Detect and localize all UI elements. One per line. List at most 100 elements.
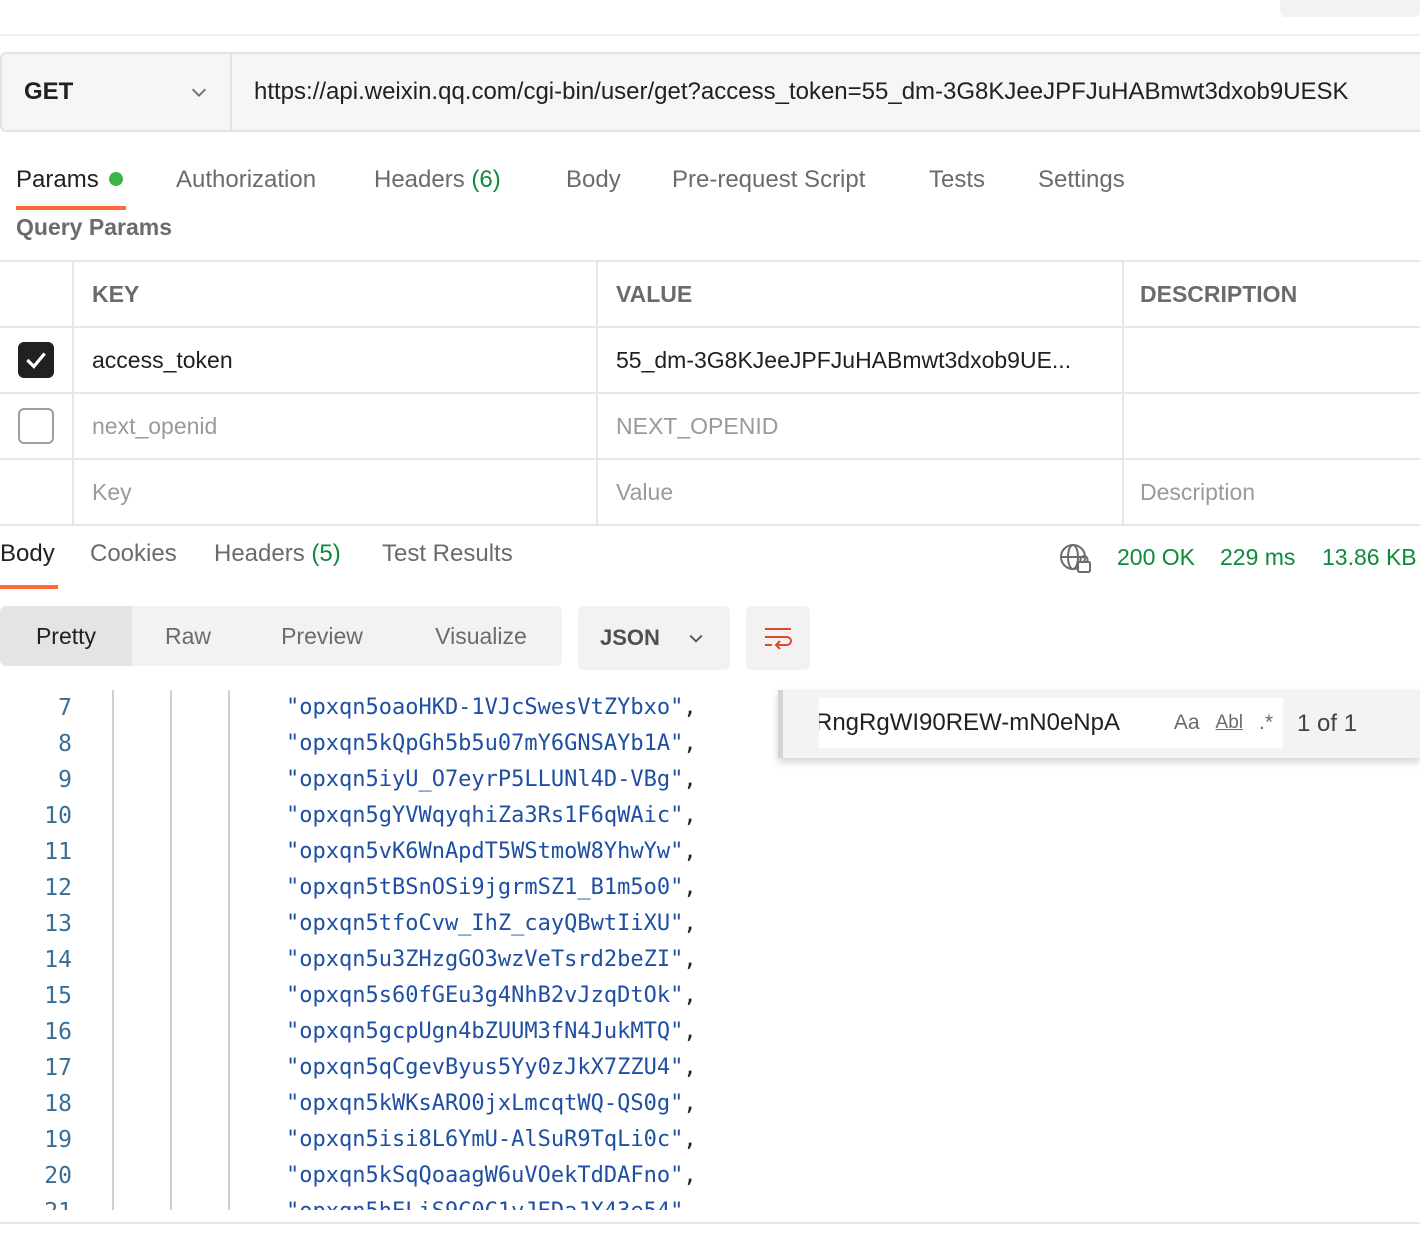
body-tab-indicator bbox=[0, 585, 58, 589]
checkbox-cell bbox=[0, 328, 74, 392]
new-description-input[interactable]: Description bbox=[1124, 460, 1420, 524]
resp-tab-headers[interactable]: Headers (5) bbox=[214, 540, 341, 568]
url-text: https://api.weixin.qq.com/cgi-bin/user/g… bbox=[254, 78, 1349, 105]
new-value-input[interactable]: Value bbox=[598, 460, 1124, 524]
json-string-value: "opxqn5vK6WnApdT5WStmoW8YhwYw", bbox=[286, 834, 697, 870]
tab-headers-count: (6) bbox=[471, 166, 501, 193]
new-key-input[interactable]: Key bbox=[74, 460, 598, 524]
match-case-toggle[interactable]: Aa bbox=[1174, 711, 1200, 735]
tab-body[interactable]: Body bbox=[566, 160, 621, 210]
whole-word-toggle[interactable]: Abl bbox=[1216, 712, 1243, 734]
wrap-lines-button[interactable] bbox=[746, 606, 810, 670]
json-string-value: "opxqn5kSqQoaagW6uVOekTdDAFno", bbox=[286, 1158, 697, 1194]
param-value-input[interactable]: NEXT_OPENID bbox=[598, 394, 1124, 458]
wrap-lines-icon bbox=[765, 628, 792, 650]
tab-tests[interactable]: Tests bbox=[929, 160, 985, 210]
param-description-input[interactable] bbox=[1124, 328, 1420, 392]
tab-pre-request-script[interactable]: Pre-request Script bbox=[672, 160, 865, 210]
tab-authorization[interactable]: Authorization bbox=[176, 160, 316, 210]
string-text: "opxqn5qCgevByus5Yy0zJkX7ZZU4" bbox=[286, 1055, 684, 1080]
code-line: 16 "opxqn5gcpUgn4bZUUM3fN4JukMTQ", bbox=[0, 1014, 800, 1050]
line-number: 7 bbox=[58, 695, 72, 721]
find-query-text: RngRgWI90REW-mN0eNpA bbox=[819, 709, 1120, 736]
resp-tab-test-results[interactable]: Test Results bbox=[382, 540, 513, 568]
format-select[interactable]: JSON bbox=[578, 606, 730, 670]
find-options: Aa Abl .* bbox=[1165, 698, 1273, 748]
code-line: 19 "opxqn5isi8L6YmU-AlSuR9TqLi0c", bbox=[0, 1122, 800, 1158]
param-value-input[interactable]: 55_dm-3G8KJeeJPFJuHABmwt3dxob9UE... bbox=[598, 328, 1124, 392]
comma: , bbox=[683, 731, 697, 756]
top-right-button[interactable] bbox=[1280, 0, 1420, 17]
view-raw-button[interactable]: Raw bbox=[132, 606, 244, 666]
param-description-input[interactable] bbox=[1124, 394, 1420, 458]
tab-params[interactable]: Params bbox=[16, 160, 123, 210]
response-code-view[interactable]: 7 "opxqn5oaoHKD-1VJcSwesVtZYbxo", 8 "opxqn5… bbox=[0, 690, 1420, 1210]
find-widget: RngRgWI90REW-mN0eNpA Aa Abl .* 1 of 1 bbox=[778, 690, 1420, 758]
table-row: access_token 55_dm-3G8KJeeJPFJuHABmwt3dx… bbox=[0, 328, 1420, 394]
code-line: 10 "opxqn5gYVWqyqhiZa3Rs1F6qWAic", bbox=[0, 798, 800, 834]
string-text: "opxqn5oaoHKD-1VJcSwesVtZYbxo" bbox=[286, 695, 684, 720]
param-checkbox-next-openid[interactable] bbox=[18, 408, 54, 444]
line-number: 18 bbox=[44, 1091, 72, 1117]
header-checkbox-cell bbox=[0, 262, 74, 326]
json-string-value: "opxqn5kWKsARO0jxLmcqtWQ-QS0g", bbox=[286, 1086, 697, 1122]
bottom-divider bbox=[0, 1222, 1420, 1224]
line-number: 14 bbox=[44, 947, 72, 973]
json-string-value: "opxqn5oaoHKD-1VJcSwesVtZYbxo", bbox=[286, 690, 697, 726]
response-size[interactable]: 13.86 KB bbox=[1322, 544, 1417, 571]
find-input[interactable]: RngRgWI90REW-mN0eNpA Aa Abl .* bbox=[819, 698, 1283, 748]
line-number: 21 bbox=[0, 1194, 72, 1210]
tab-headers-label: Headers bbox=[374, 166, 465, 193]
comma: , bbox=[683, 839, 697, 864]
string-text: "opxqn5tfoCvw_IhZ_cayQBwtIiXU" bbox=[286, 911, 684, 936]
tab-tests-label: Tests bbox=[929, 166, 986, 193]
string-text: "opxqn5vK6WnApdT5WStmoW8YhwYw" bbox=[286, 839, 684, 864]
comma: , bbox=[683, 983, 697, 1008]
tab-authorization-label: Authorization bbox=[176, 166, 317, 193]
tab-body-label: Body bbox=[566, 166, 621, 193]
json-string-value: "opxqn5kQpGh5b5u07mY6GNSAYb1A", bbox=[286, 726, 697, 762]
comma: , bbox=[683, 875, 697, 900]
view-pretty-button[interactable]: Pretty bbox=[0, 606, 132, 666]
url-input[interactable]: https://api.weixin.qq.com/cgi-bin/user/g… bbox=[232, 54, 1420, 130]
table-row: next_openid NEXT_OPENID bbox=[0, 394, 1420, 460]
code-line: 7 "opxqn5oaoHKD-1VJcSwesVtZYbxo", bbox=[0, 690, 800, 726]
param-checkbox-access-token[interactable] bbox=[18, 342, 54, 378]
resp-tab-headers-label: Headers bbox=[214, 540, 305, 567]
comma: , bbox=[683, 767, 697, 792]
format-label: JSON bbox=[600, 625, 660, 650]
resp-tab-cookies[interactable]: Cookies bbox=[90, 540, 177, 568]
chevron-down-icon bbox=[191, 88, 207, 97]
checkmark-icon bbox=[26, 352, 46, 369]
response-time[interactable]: 229 ms bbox=[1220, 544, 1295, 571]
view-preview-button[interactable]: Preview bbox=[244, 606, 400, 666]
table-header-row: KEY VALUE DESCRIPTION bbox=[0, 262, 1420, 328]
view-mode-selector: Pretty Raw Preview Visualize bbox=[0, 606, 562, 666]
tab-headers[interactable]: Headers (6) bbox=[374, 160, 501, 210]
regex-toggle[interactable]: .* bbox=[1259, 711, 1273, 735]
code-line: 9 "opxqn5iyU_O7eyrP5LLUNl4D-VBg", bbox=[0, 762, 800, 798]
method-select[interactable]: GET bbox=[2, 54, 232, 130]
resp-tab-body[interactable]: Body bbox=[0, 540, 55, 568]
chevron-down-icon bbox=[689, 634, 703, 643]
status-code[interactable]: 200 OK bbox=[1117, 544, 1195, 571]
code-line: 17 "opxqn5qCgevByus5Yy0zJkX7ZZU4", bbox=[0, 1050, 800, 1086]
param-key-input[interactable]: next_openid bbox=[74, 394, 598, 458]
string-text: "opxqn5gcpUgn4bZUUM3fN4JukMTQ" bbox=[286, 1019, 684, 1044]
string-text: "opxqn5gYVWqyqhiZa3Rs1F6qWAic" bbox=[286, 803, 684, 828]
tab-settings[interactable]: Settings bbox=[1038, 160, 1125, 210]
string-text: "opxqn5iyU_O7eyrP5LLUNl4D-VBg" bbox=[286, 767, 684, 792]
code-line: 14 "opxqn5u3ZHzgGO3wzVeTsrd2beZI", bbox=[0, 942, 800, 978]
line-number: 11 bbox=[44, 839, 72, 865]
view-visualize-button[interactable]: Visualize bbox=[400, 606, 562, 666]
line-number: 9 bbox=[58, 767, 72, 793]
globe-lock-icon[interactable] bbox=[1058, 542, 1094, 576]
params-tab-indicator bbox=[16, 206, 126, 210]
resp-tab-body-label: Body bbox=[0, 540, 55, 567]
comma: , bbox=[683, 1055, 697, 1080]
line-number: 20 bbox=[44, 1163, 72, 1189]
tab-params-label: Params bbox=[16, 166, 99, 193]
param-key-input[interactable]: access_token bbox=[74, 328, 598, 392]
json-string-value: "opxqn5qCgevByus5Yy0zJkX7ZZU4", bbox=[286, 1050, 697, 1086]
line-number: 16 bbox=[44, 1019, 72, 1045]
